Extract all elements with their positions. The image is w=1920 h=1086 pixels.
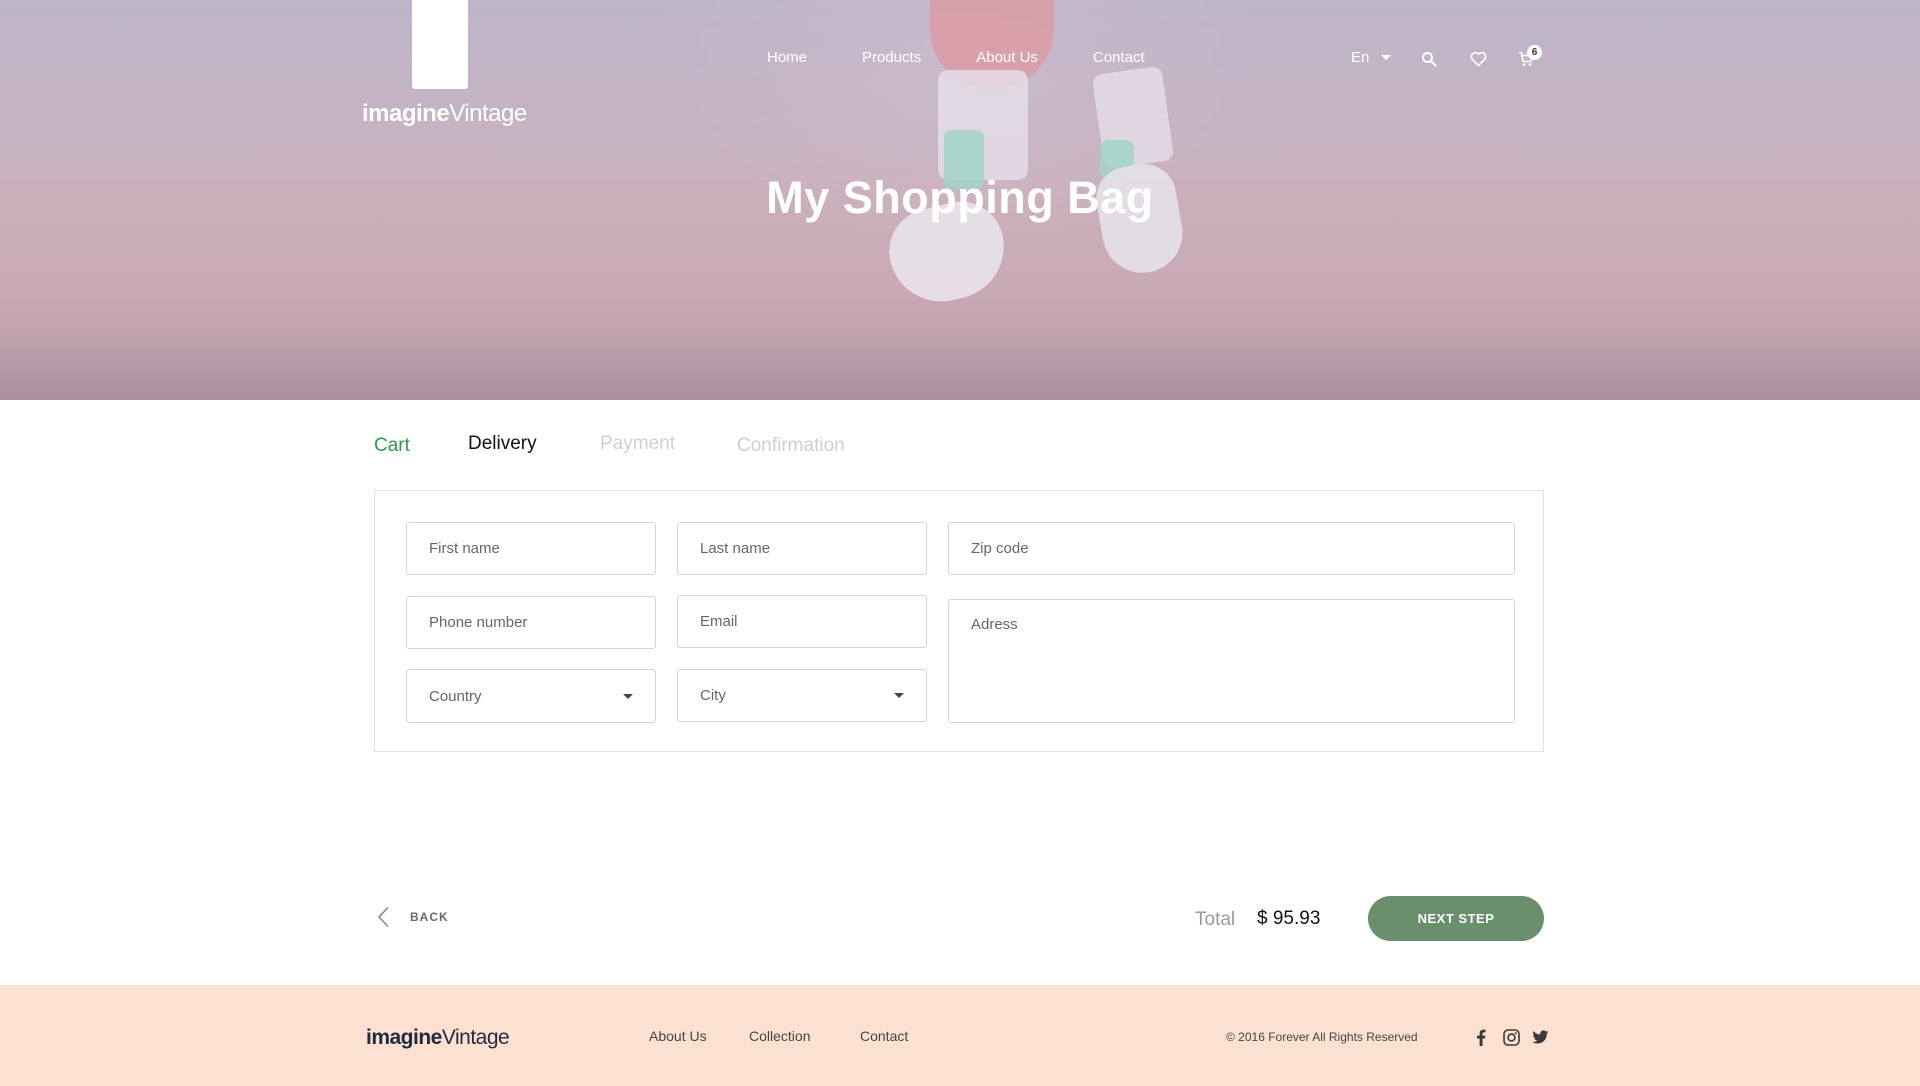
logo-tag xyxy=(412,0,468,89)
delivery-form: Country City xyxy=(374,490,1544,752)
zip-code-field xyxy=(948,522,1515,575)
heart-icon xyxy=(1470,51,1486,67)
nav-about[interactable]: About Us xyxy=(976,49,1038,66)
nav-products[interactable]: Products xyxy=(862,49,921,66)
chevron-down-icon xyxy=(894,693,904,698)
footer-logo-bold: imagine xyxy=(366,1026,442,1049)
last-name-field xyxy=(677,522,927,575)
email-field xyxy=(677,595,927,648)
instagram-icon xyxy=(1502,1028,1520,1046)
page-title: My Shopping Bag xyxy=(766,172,1154,223)
instagram-link[interactable] xyxy=(1502,1028,1520,1046)
hero-floor xyxy=(0,330,1920,400)
footer-logo-thin: Vintage xyxy=(441,1026,510,1049)
logo-text-bold: imagine xyxy=(362,100,450,127)
site-logo[interactable]: imagineVintage xyxy=(362,100,527,128)
step-delivery[interactable]: Delivery xyxy=(468,433,537,455)
language-selector[interactable]: En xyxy=(1351,49,1392,66)
country-value: Country xyxy=(429,687,482,705)
twitter-icon xyxy=(1531,1029,1548,1043)
chevron-left-icon xyxy=(377,906,389,928)
first-name-input[interactable] xyxy=(407,523,655,574)
twitter-link[interactable] xyxy=(1531,1028,1549,1046)
footer-logo[interactable]: imagineVintage xyxy=(366,1026,510,1050)
step-confirmation[interactable]: Confirmation xyxy=(737,435,845,457)
nav-home[interactable]: Home xyxy=(767,49,807,66)
total-label: Total xyxy=(1195,909,1236,930)
step-payment[interactable]: Payment xyxy=(600,433,675,455)
logo-text-thin: Vintage xyxy=(449,100,527,127)
wishlist-button[interactable] xyxy=(1467,48,1489,70)
chevron-down-icon xyxy=(1381,55,1392,60)
footer xyxy=(0,985,1920,1086)
footer-link-about[interactable]: About Us xyxy=(649,1028,707,1044)
address-input[interactable] xyxy=(949,600,1514,722)
chevron-down-icon xyxy=(623,693,633,699)
zip-code-input[interactable] xyxy=(949,523,1514,574)
email-input[interactable] xyxy=(678,596,926,647)
step-cart[interactable]: Cart xyxy=(374,435,410,457)
country-select[interactable]: Country xyxy=(406,669,656,723)
facebook-icon xyxy=(1477,1029,1486,1046)
search-icon xyxy=(1422,52,1437,67)
facebook-link[interactable] xyxy=(1472,1028,1490,1046)
main-nav: Home Products About Us Contact xyxy=(767,49,1145,66)
address-field xyxy=(948,599,1515,723)
nav-contact[interactable]: Contact xyxy=(1093,49,1145,66)
cart-count-badge: 6 xyxy=(1527,45,1542,60)
phone-field xyxy=(406,596,656,649)
phone-input[interactable] xyxy=(407,597,655,648)
footer-link-collection[interactable]: Collection xyxy=(749,1028,810,1044)
city-value: City xyxy=(700,687,726,704)
city-select[interactable]: City xyxy=(677,669,927,722)
back-button[interactable]: BACK xyxy=(376,906,449,928)
copyright-text: © 2016 Forever All Rights Reserved xyxy=(1226,1030,1418,1044)
search-button[interactable] xyxy=(1418,48,1440,70)
language-label: En xyxy=(1351,49,1370,66)
total-value: $ 95.93 xyxy=(1257,908,1321,929)
first-name-field xyxy=(406,522,656,575)
footer-link-contact[interactable]: Contact xyxy=(860,1028,908,1044)
next-step-button[interactable]: NEXT STEP xyxy=(1368,896,1544,941)
back-label: BACK xyxy=(410,910,449,924)
last-name-input[interactable] xyxy=(678,523,926,574)
